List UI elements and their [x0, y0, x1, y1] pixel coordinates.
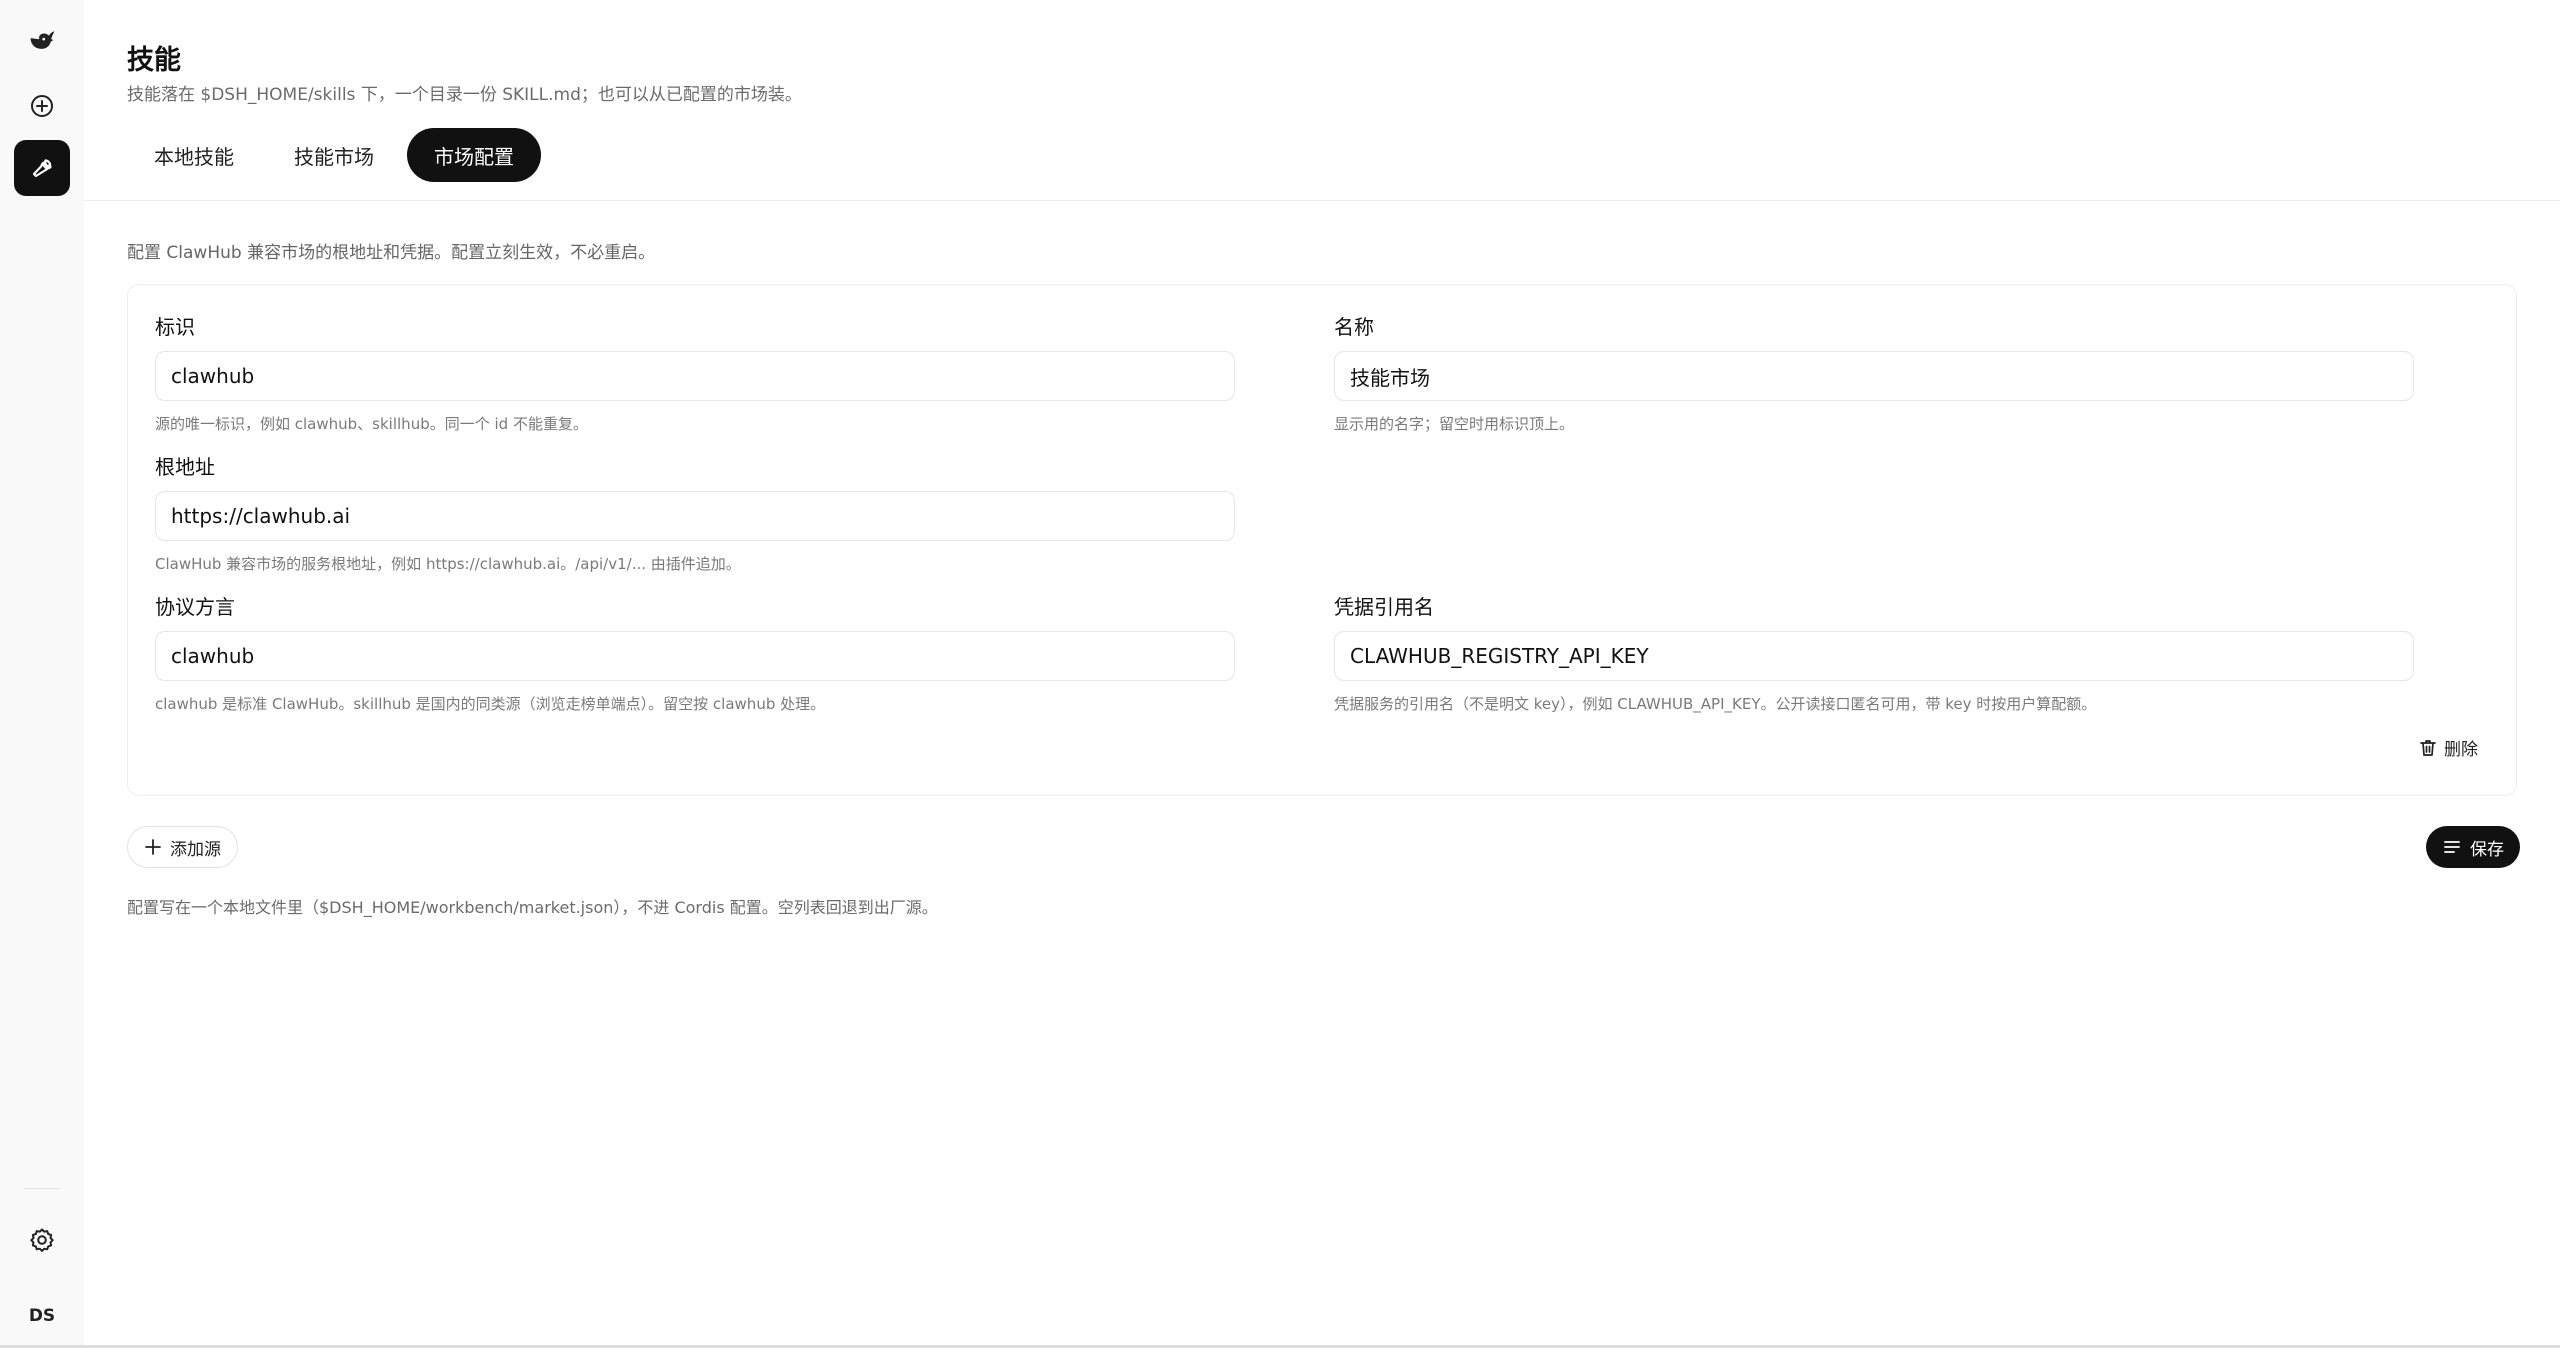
credential-input[interactable] [1334, 631, 2414, 681]
id-input[interactable] [155, 351, 1235, 401]
trash-icon [2420, 739, 2436, 756]
credential-hint: 凭据服务的引用名（不是明文 key），例如 CLAWHUB_API_KEY。公开… [1334, 695, 2097, 713]
add-source-label: 添加源 [170, 839, 221, 860]
dialect-field-group: 协议方言 clawhub 是标准 ClawHub。skillhub 是国内的同类… [155, 591, 1235, 714]
source-card: 标识 源的唯一标识，例如 clawhub、skillhub。同一个 id 不能重… [127, 284, 2517, 796]
new-chat-button[interactable] [14, 78, 70, 134]
plus-icon [145, 839, 161, 855]
credential-label: 凭据引用名 [1334, 595, 1434, 619]
id-field-group: 标识 源的唯一标识，例如 clawhub、skillhub。同一个 id 不能重… [155, 311, 1235, 434]
id-hint: 源的唯一标识，例如 clawhub、skillhub。同一个 id 不能重复。 [155, 415, 588, 433]
sidebar-divider [24, 1188, 60, 1189]
sidebar: DS [0, 0, 84, 1348]
save-label: 保存 [2470, 839, 2504, 860]
base-url-label: 根地址 [155, 455, 215, 479]
tab-skill-market[interactable]: 技能市场 [267, 128, 401, 182]
settings-button[interactable] [14, 1212, 70, 1268]
footer-note: 配置写在一个本地文件里（$DSH_HOME/workbench/market.j… [127, 898, 938, 917]
config-intro: 配置 ClawHub 兼容市场的根地址和凭据。配置立刻生效，不必重启。 [127, 243, 656, 263]
name-label: 名称 [1334, 315, 1374, 339]
tab-bar: 本地技能 技能市场 市场配置 [127, 128, 541, 184]
base-url-field-group: 根地址 ClawHub 兼容市场的服务根地址，例如 https://clawhu… [155, 451, 1235, 574]
list-icon [2444, 841, 2460, 853]
page-subtitle: 技能落在 $DSH_HOME/skills 下，一个目录一份 SKILL.md；… [127, 85, 802, 105]
name-field-group: 名称 显示用的名字；留空时用标识顶上。 [1334, 311, 2414, 434]
tab-local-skills[interactable]: 本地技能 [127, 128, 261, 182]
add-source-button[interactable]: 添加源 [127, 826, 238, 868]
base-url-hint: ClawHub 兼容市场的服务根地址，例如 https://clawhub.ai… [155, 555, 741, 573]
name-hint: 显示用的名字；留空时用标识顶上。 [1334, 415, 1575, 433]
delete-label: 删除 [2444, 740, 2478, 760]
whale-logo-icon [30, 31, 55, 49]
main-content: 技能 技能落在 $DSH_HOME/skills 下，一个目录一份 SKILL.… [84, 0, 2560, 1345]
header-divider [84, 200, 2560, 201]
credential-field-group: 凭据引用名 凭据服务的引用名（不是明文 key），例如 CLAWHUB_API_… [1334, 591, 2414, 714]
dialect-input[interactable] [155, 631, 1235, 681]
app-logo[interactable] [14, 12, 70, 68]
avatar-initials: DS [28, 1306, 56, 1326]
wrench-icon [32, 159, 52, 178]
gear-icon [30, 1228, 54, 1252]
dialect-hint: clawhub 是标准 ClawHub。skillhub 是国内的同类源（浏览走… [155, 695, 826, 713]
plus-circle-icon [31, 95, 53, 117]
skills-nav-button[interactable] [14, 140, 70, 196]
name-input[interactable] [1334, 351, 2414, 401]
save-button[interactable]: 保存 [2426, 826, 2520, 868]
dialect-label: 协议方言 [155, 595, 235, 619]
user-avatar[interactable]: DS [22, 1296, 62, 1336]
base-url-input[interactable] [155, 491, 1235, 541]
page-title: 技能 [127, 45, 181, 76]
delete-source-button[interactable]: 删除 [2418, 735, 2478, 760]
id-label: 标识 [155, 315, 195, 339]
tab-market-config[interactable]: 市场配置 [407, 128, 541, 182]
